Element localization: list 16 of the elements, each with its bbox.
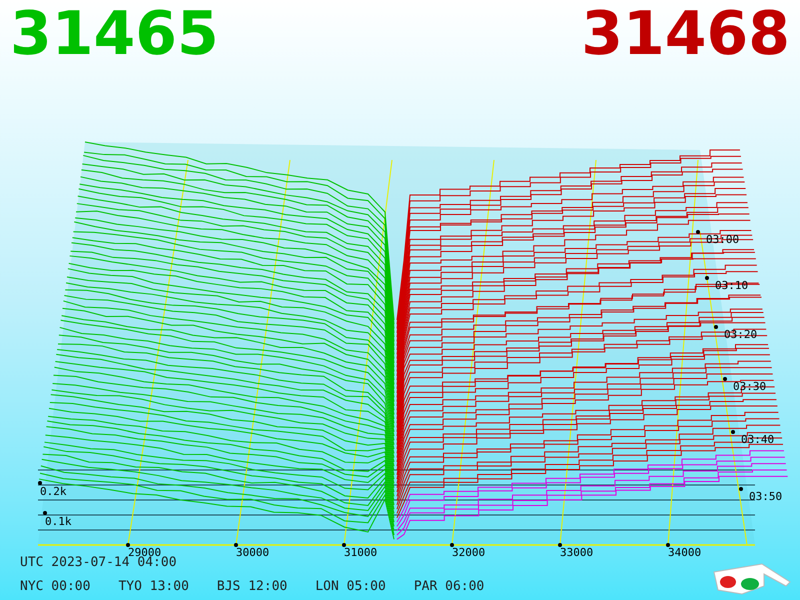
price-tick-label: 34000: [668, 546, 702, 559]
price-tick-label: 32000: [452, 546, 486, 559]
price-tick-label: 33000: [560, 546, 594, 559]
volume-tick-label: 0.1k: [45, 515, 72, 528]
utc-time: UTC 2023-07-14 04:00: [20, 555, 178, 572]
ask-price: 31468: [581, 4, 790, 64]
zone-time: BJS 12:00: [216, 578, 288, 596]
time-tick-label: 03:50: [749, 490, 782, 503]
price-tick-label: 30000: [236, 546, 270, 559]
zone-time: LON 05:00: [315, 578, 386, 596]
price-tick-label: 31000: [344, 546, 378, 559]
volume-tick-label: 0.2k: [40, 485, 66, 498]
bid-price: 31465: [10, 4, 219, 64]
zone-time: NYC 00:00: [20, 578, 90, 596]
zone-time: TYO 13:00: [118, 578, 189, 596]
zone-time: PAR 06:00: [414, 578, 484, 596]
